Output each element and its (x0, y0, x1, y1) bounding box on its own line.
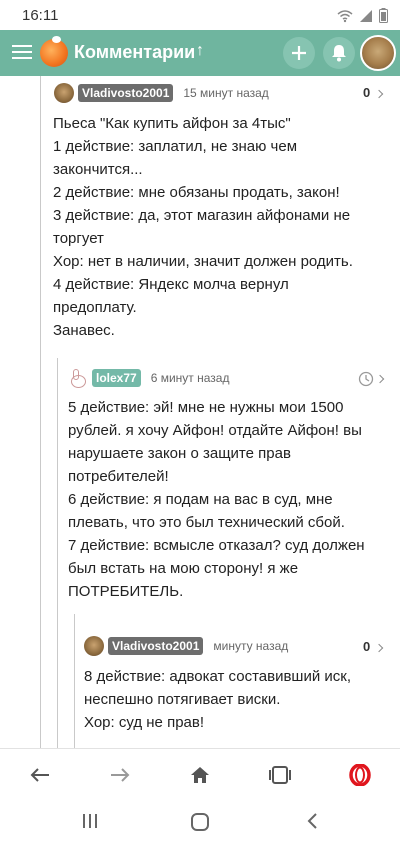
chevron-right-icon[interactable] (374, 89, 384, 99)
comment-rating: 0 (363, 639, 371, 654)
comment-line: 8 действие: адвокат составивший иск, (84, 668, 351, 685)
comment-rating: 0 (363, 85, 371, 100)
home-icon (191, 767, 209, 783)
home-button[interactable] (186, 763, 214, 787)
comment-line: Хор: суд не прав! (84, 714, 205, 731)
thread-line (74, 614, 75, 748)
comment-line: 3 действие: да, этот магазин айфонами не (53, 207, 351, 224)
comment-line: потребителей! (68, 468, 169, 485)
tabs-icon (269, 766, 291, 784)
comment-header: Vladivosto2001 минуту назад (84, 635, 288, 657)
arrow-right-icon (111, 768, 130, 782)
comment-header: lolex77 6 минут назад (68, 367, 229, 389)
recent-apps-icon (83, 814, 97, 828)
avatar[interactable] (68, 368, 88, 388)
thread-line (57, 358, 58, 748)
recent-apps-button[interactable] (82, 812, 98, 835)
comment-line: 2 действие: мне обязаны продать, закон! (53, 184, 340, 201)
arrow-left-icon (30, 768, 49, 782)
chevron-left-icon (307, 813, 317, 829)
comment-line: 4 действие: Яндекс молча вернул (53, 276, 289, 293)
status-time: 16:11 (22, 7, 59, 24)
profile-avatar[interactable] (360, 35, 396, 71)
comment-author[interactable]: Vladivosto2001 (108, 637, 204, 655)
comment-line: ПОТРЕБИТЕЛЬ. (68, 583, 184, 600)
comment-time[interactable]: 15 минут назад (183, 86, 268, 100)
comment-line: Пьеса "Как купить айфон за 4тыс" (53, 115, 291, 132)
site-logo[interactable] (40, 36, 68, 67)
comment-line: рублей. я хочу Айфон! отдайте Айфон! вы (68, 422, 362, 439)
notifications-button[interactable] (323, 37, 355, 69)
comment-line: торгует (53, 230, 104, 247)
back-button[interactable] (26, 763, 54, 787)
comment-body: Пьеса "Как купить айфон за 4тыс" 1 дейст… (53, 112, 353, 342)
comments-list: Vladivosto2001 15 минут назад 0 Пьеса "К… (0, 76, 400, 748)
comment-time[interactable]: минуту назад (213, 639, 288, 653)
scroll-top-icon[interactable]: ↑ (196, 42, 204, 60)
comment-author[interactable]: Vladivosto2001 (78, 84, 174, 102)
comment-body: 8 действие: адвокат составивший иск, нес… (84, 665, 351, 734)
battery-icon (379, 8, 388, 23)
avatar[interactable] (84, 636, 104, 656)
tabs-button[interactable] (266, 763, 294, 787)
comment-line: Хор: нет в наличии, значит должен родить… (53, 253, 353, 270)
comment-line: 7 действие: всмысле отказал? суд должен (68, 537, 365, 554)
signal-icon (360, 9, 372, 22)
chevron-right-icon[interactable] (374, 643, 384, 653)
comment-line: 6 действие: я подам на вас в суд, мне (68, 491, 333, 508)
page-title: Комментарии (74, 42, 196, 62)
comment-line: нарушаете закон о защите прав (68, 445, 291, 462)
hamburger-icon[interactable] (12, 42, 32, 62)
comment-line: предоплату. (53, 299, 137, 316)
wifi-icon (337, 9, 353, 22)
opera-menu-button[interactable] (346, 763, 374, 787)
comment-time[interactable]: 6 минут назад (151, 371, 230, 385)
back-system-button[interactable] (306, 812, 318, 835)
clock-icon (358, 371, 374, 387)
bell-icon (332, 45, 346, 62)
add-button[interactable] (283, 37, 315, 69)
comment-header: Vladivosto2001 15 минут назад (54, 82, 269, 104)
comment-line: Занавес. (53, 322, 115, 339)
comment-line: 1 действие: заплатил, не знаю чем (53, 138, 298, 155)
comment-line: был встать на мою сторону! я же (68, 560, 299, 577)
home-system-button[interactable] (190, 812, 210, 837)
plus-icon (292, 46, 306, 60)
comment-body: 5 действие: эй! мне не нужны мои 1500 ру… (68, 396, 365, 603)
status-icons (337, 8, 388, 23)
browser-toolbar (0, 748, 400, 800)
home-circle-icon (191, 813, 209, 831)
comment-line: закончится... (53, 161, 143, 178)
comment-author[interactable]: lolex77 (92, 369, 141, 387)
opera-icon (349, 764, 371, 786)
comment-line: неспешно потягивает виски. (84, 691, 281, 708)
thread-line (40, 76, 41, 748)
status-bar: 16:11 (0, 0, 400, 30)
app-bar: Комментарии ↑ (0, 30, 400, 76)
comment-line: 5 действие: эй! мне не нужны мои 1500 (68, 399, 344, 416)
forward-button[interactable] (106, 763, 134, 787)
chevron-right-icon[interactable] (375, 374, 385, 384)
comment-line: плевать, что это был технический сбой. (68, 514, 345, 531)
system-nav-bar (0, 800, 400, 844)
avatar[interactable] (54, 83, 74, 103)
